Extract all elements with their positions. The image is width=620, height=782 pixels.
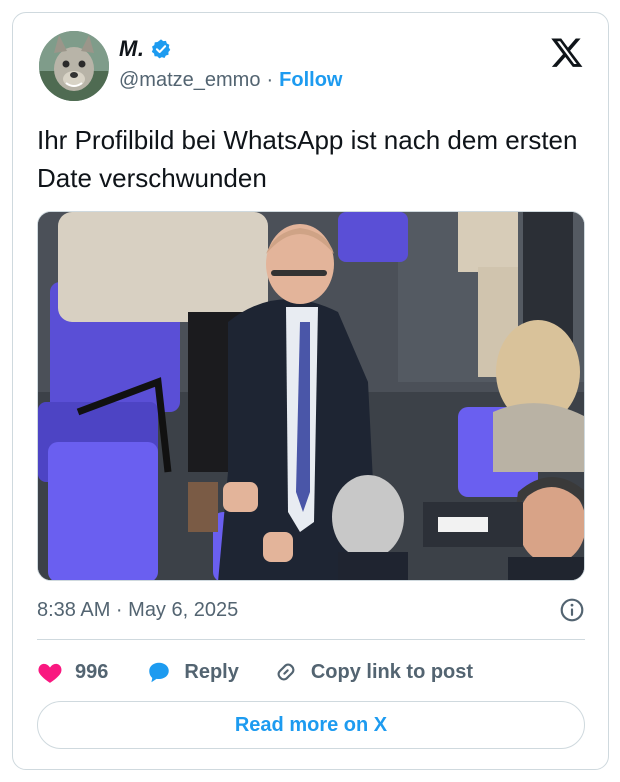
post-timestamp[interactable]: 8:38 AM · May 6, 2025	[37, 599, 238, 622]
display-name[interactable]: M.	[119, 36, 144, 62]
like-count: 996	[75, 660, 109, 683]
avatar[interactable]	[39, 31, 109, 101]
like-button[interactable]: 996	[37, 660, 108, 684]
action-bar: 996 Reply Copy link to post	[37, 651, 473, 693]
info-icon[interactable]	[559, 597, 585, 623]
read-more-button[interactable]: Read more on X	[37, 701, 585, 749]
x-logo-icon[interactable]	[550, 35, 584, 69]
post-photo[interactable]	[37, 211, 585, 581]
separator-dot: ·	[266, 69, 274, 91]
divider	[37, 639, 585, 640]
handle-row: @matze_emmo · Follow	[119, 69, 342, 92]
post-text: Ihr Profilbild bei WhatsApp ist nach dem…	[37, 125, 578, 193]
timestamp-row: 8:38 AM · May 6, 2025	[37, 593, 585, 627]
reply-label: Reply	[184, 660, 239, 683]
author-block: M. @matze_emmo · Follow	[119, 35, 342, 92]
follow-button[interactable]: Follow	[279, 69, 342, 92]
author-handle[interactable]: @matze_emmo	[119, 69, 260, 92]
reply-button[interactable]: Reply	[146, 660, 239, 684]
name-row: M.	[119, 35, 342, 63]
verified-badge-icon	[150, 38, 172, 60]
embedded-post-card: M. @matze_emmo · Follow Ihr Profilbild b…	[12, 12, 609, 770]
reply-bubble-icon	[149, 662, 170, 683]
link-icon	[277, 663, 295, 681]
heart-icon	[38, 663, 62, 683]
copy-link-button[interactable]: Copy link to post	[273, 659, 473, 685]
copy-link-label: Copy link to post	[310, 660, 474, 683]
